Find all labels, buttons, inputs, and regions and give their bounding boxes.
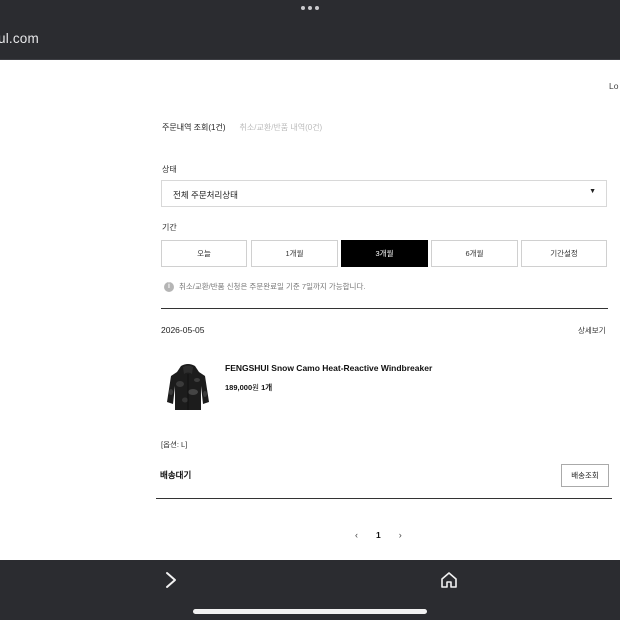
- period-3month-button[interactable]: 3개월: [341, 240, 428, 267]
- status-select-value: 전체 주문처리상태: [173, 190, 238, 200]
- notice-text: 취소/교환/반품 신청은 주문완료일 기준 7일까지 가능합니다.: [179, 282, 366, 291]
- multitask-dots-icon[interactable]: [301, 6, 319, 10]
- product-thumbnail[interactable]: [165, 362, 211, 412]
- page-number-current[interactable]: 1: [376, 530, 381, 540]
- next-page-button[interactable]: ›: [399, 530, 402, 540]
- shipping-status: 배송대기: [160, 470, 192, 480]
- login-link[interactable]: Lo: [609, 81, 618, 91]
- quantity: 1개: [261, 383, 273, 392]
- list-divider-top: [161, 308, 608, 309]
- price-currency: 원: [252, 383, 260, 392]
- tab-order-history[interactable]: 주문내역 조회(1건): [162, 122, 226, 133]
- product-price-qty: 189,000원 1개: [225, 382, 272, 393]
- period-filter-label: 기간: [162, 223, 177, 232]
- order-detail-link[interactable]: 상세보기: [578, 325, 606, 336]
- list-divider-bottom: [156, 498, 612, 499]
- track-shipping-button[interactable]: 배송조회: [561, 464, 609, 487]
- price-value: 189,000: [225, 383, 253, 392]
- period-notice: i 취소/교환/반품 신청은 주문완료일 기준 7일까지 가능합니다.: [164, 281, 365, 292]
- status-select[interactable]: 전체 주문처리상태 ▼: [161, 180, 607, 207]
- home-indicator[interactable]: [193, 609, 427, 614]
- prev-page-button[interactable]: ‹: [355, 530, 358, 540]
- order-tabs: 주문내역 조회(1건) 취소/교환/반품 내역(0건): [162, 122, 322, 133]
- period-6month-button[interactable]: 6개월: [431, 240, 518, 267]
- period-today-button[interactable]: 오늘: [161, 240, 247, 267]
- product-option: [옵션: L]: [161, 440, 188, 449]
- page-content: Lo 주문내역 조회(1건) 취소/교환/반품 내역(0건) 상태 전체 주문처…: [0, 60, 620, 560]
- caret-down-icon: ▼: [589, 188, 596, 195]
- product-name[interactable]: FENGSHUI Snow Camo Heat-Reactive Windbre…: [225, 363, 432, 373]
- pagination: ‹ 1 ›: [355, 530, 402, 540]
- home-icon[interactable]: [440, 571, 458, 589]
- period-1month-button[interactable]: 1개월: [251, 240, 338, 267]
- tab-cancel-return-history[interactable]: 취소/교환/반품 내역(0건): [240, 122, 323, 133]
- browser-url-bar[interactable]: ul.com: [0, 20, 620, 60]
- status-filter-label: 상태: [162, 165, 177, 174]
- chevron-right-icon[interactable]: [163, 571, 179, 589]
- status-bar: [0, 0, 620, 20]
- info-icon: i: [164, 281, 174, 292]
- browser-toolbar: [0, 560, 620, 620]
- url-text[interactable]: ul.com: [0, 31, 39, 46]
- order-date: 2026-05-05: [161, 325, 205, 335]
- period-custom-button[interactable]: 기간설정: [521, 240, 607, 267]
